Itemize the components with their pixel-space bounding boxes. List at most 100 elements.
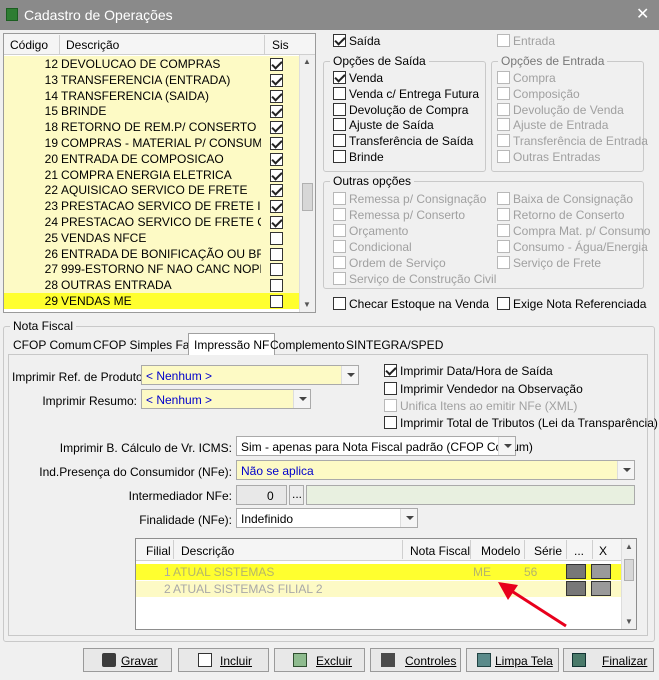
header-code[interactable]: Código bbox=[10, 38, 48, 52]
finalidade-label: Finalidade (NFe): bbox=[139, 513, 232, 527]
sis-checkbox[interactable] bbox=[270, 137, 283, 150]
tab-complemento[interactable]: Complemento bbox=[270, 335, 345, 355]
list-item[interactable]: 19 COMPRAS - MATERIAL P/ CONSUMO bbox=[4, 135, 299, 151]
operations-list[interactable]: Código Descrição Sis 12 DEVOLUCAO DE COMP… bbox=[3, 33, 316, 313]
chevron-down-icon[interactable] bbox=[617, 461, 634, 479]
delete-icon[interactable] bbox=[591, 564, 611, 579]
scroll-up-icon[interactable]: ▲ bbox=[303, 57, 311, 66]
op-code: 26 bbox=[44, 246, 58, 261]
list-item[interactable]: 20 ENTRADA DE COMPOSICAO bbox=[4, 150, 299, 167]
list-item[interactable]: 22 AQUISICAO SERVICO DE FRETE bbox=[4, 182, 299, 199]
tab-cfop-comum[interactable]: CFOP Comum bbox=[13, 335, 91, 355]
scroll-thumb[interactable] bbox=[302, 183, 313, 211]
nota-fiscal-title: Nota Fiscal bbox=[10, 319, 77, 333]
tab-cfop-simples[interactable]: CFOP Simples Fat. bbox=[93, 335, 196, 355]
op-code: 27 bbox=[44, 262, 58, 277]
op-code: 28 bbox=[44, 278, 58, 293]
sis-checkbox[interactable] bbox=[270, 168, 283, 182]
imprimir-ref-combo[interactable]: < Nenhum > bbox=[141, 365, 359, 385]
scroll-up-icon[interactable]: ▲ bbox=[625, 542, 633, 551]
filial-grid-header: Filial Descrição Nota Fiscal Modelo Séri… bbox=[136, 539, 621, 561]
op-description: 999-ESTORNO NF NAO CANC NOPRAZO bbox=[61, 262, 261, 277]
incluir-button[interactable]: Incluir bbox=[178, 648, 269, 672]
scroll-down-icon[interactable]: ▼ bbox=[303, 300, 311, 309]
tab-sintegra-sped[interactable]: SINTEGRA/SPED bbox=[346, 335, 443, 355]
finalizar-button[interactable]: Finalizar bbox=[563, 648, 654, 672]
excluir-button[interactable]: Excluir bbox=[274, 648, 365, 672]
header-sis[interactable]: Sis bbox=[272, 38, 289, 52]
sis-checkbox[interactable] bbox=[270, 152, 283, 166]
sis-checkbox[interactable] bbox=[270, 295, 283, 308]
list-item[interactable]: 28 OUTRAS ENTRADA bbox=[4, 277, 299, 294]
op-description: ENTRADA DE COMPOSICAO bbox=[61, 151, 224, 166]
list-item[interactable]: 23 PRESTACAO SERVICO DE FRETE IND. bbox=[4, 198, 299, 215]
close-icon[interactable]: ✕ bbox=[636, 4, 649, 24]
intermediador-label: Intermediador NFe: bbox=[128, 489, 232, 503]
sis-checkbox[interactable] bbox=[270, 247, 283, 261]
sis-checkbox[interactable] bbox=[270, 105, 283, 119]
sis-checkbox[interactable] bbox=[270, 184, 283, 198]
chevron-down-icon[interactable] bbox=[400, 509, 417, 527]
list-item[interactable]: 24PRESTACAO SERVICO DE FRETE COM bbox=[4, 214, 299, 230]
scroll-thumb[interactable] bbox=[624, 559, 634, 581]
chevron-down-icon[interactable] bbox=[341, 366, 358, 384]
sis-checkbox[interactable] bbox=[270, 279, 283, 293]
sis-checkbox[interactable] bbox=[270, 216, 283, 229]
col-nota-fiscal[interactable]: Nota Fiscal bbox=[410, 544, 470, 558]
sis-checkbox[interactable] bbox=[270, 263, 283, 277]
col-edit[interactable]: ... bbox=[574, 544, 584, 558]
list-item[interactable]: 12 DEVOLUCAO DE COMPRAS bbox=[4, 56, 299, 72]
list-item[interactable]: 13 TRANSFERENCIA (ENTRADA) bbox=[4, 71, 299, 88]
col-modelo[interactable]: Modelo bbox=[481, 544, 520, 558]
presenca-combo[interactable]: Não se aplica bbox=[236, 460, 635, 480]
intermediador-name-field[interactable] bbox=[306, 485, 635, 505]
sis-checkbox[interactable] bbox=[270, 58, 283, 71]
op-description: RETORNO DE REM.P/ CONSERTO bbox=[61, 120, 257, 135]
col-serie[interactable]: Série bbox=[534, 544, 562, 558]
list-item[interactable]: 26ENTRADA DE BONIFICAÇÃO OU BRIND bbox=[4, 245, 299, 262]
list-item[interactable]: 21 COMPRA ENERGIA ELETRICA bbox=[4, 166, 299, 183]
trash-icon bbox=[293, 653, 307, 667]
list-item[interactable]: 29 VENDAS ME bbox=[4, 293, 299, 309]
list-item[interactable]: 25 VENDAS NFCE bbox=[4, 229, 299, 246]
op-code: 14 bbox=[44, 88, 58, 103]
op-code: 24 bbox=[44, 215, 58, 229]
imprimir-resumo-combo[interactable]: < Nenhum > bbox=[141, 389, 311, 409]
grid-scrollbar[interactable]: ▲ ▼ bbox=[621, 539, 636, 629]
col-delete[interactable]: X bbox=[599, 544, 607, 558]
op-code: 29 bbox=[44, 294, 58, 308]
calculo-icms-combo[interactable]: Sim - apenas para Nota Fiscal padrão (CF… bbox=[236, 436, 533, 456]
tab-impressao-nf[interactable]: Impressão NF bbox=[188, 333, 276, 355]
intermediador-search-button[interactable]: ... bbox=[289, 485, 304, 505]
finalidade-combo[interactable]: Indefinido bbox=[236, 508, 418, 528]
col-filial[interactable]: Filial bbox=[146, 544, 171, 558]
list-item[interactable]: 14 TRANSFERENCIA (SAIDA) bbox=[4, 87, 299, 104]
list-item[interactable]: 15 BRINDE bbox=[4, 103, 299, 120]
scroll-down-icon[interactable]: ▼ bbox=[625, 617, 633, 626]
sis-checkbox[interactable] bbox=[270, 200, 283, 214]
op-code: 15 bbox=[44, 104, 58, 119]
chevron-down-icon[interactable] bbox=[293, 390, 310, 408]
list-scrollbar[interactable]: ▲ ▼ bbox=[299, 55, 315, 312]
op-description: PRESTACAO SERVICO DE FRETE IND. bbox=[61, 199, 261, 214]
sis-checkbox[interactable] bbox=[270, 73, 283, 87]
op-description: DEVOLUCAO DE COMPRAS bbox=[61, 57, 221, 71]
header-description[interactable]: Descrição bbox=[66, 38, 119, 52]
controles-button[interactable]: Controles bbox=[370, 648, 461, 672]
outras-opcoes-title: Outras opções bbox=[330, 174, 415, 188]
intermediador-code-field[interactable]: 0 bbox=[236, 485, 287, 505]
sis-checkbox[interactable] bbox=[270, 121, 283, 135]
list-item[interactable]: 18 RETORNO DE REM.P/ CONSERTO bbox=[4, 119, 299, 136]
limpa-tela-button[interactable]: Limpa Tela bbox=[466, 648, 559, 672]
delete-icon[interactable] bbox=[591, 581, 611, 596]
col-descricao[interactable]: Descrição bbox=[181, 544, 234, 558]
list-item[interactable]: 27999-ESTORNO NF NAO CANC NOPRAZO bbox=[4, 261, 299, 278]
sis-checkbox[interactable] bbox=[270, 89, 283, 103]
op-description: VENDAS NFCE bbox=[61, 230, 147, 245]
title-bar: Cadastro de Operações ✕ bbox=[0, 0, 659, 30]
gravar-button[interactable]: Gravar bbox=[83, 648, 172, 672]
op-description: BRINDE bbox=[61, 104, 107, 119]
op-description: AQUISICAO SERVICO DE FRETE bbox=[61, 183, 248, 198]
sis-checkbox[interactable] bbox=[270, 231, 283, 245]
chevron-down-icon[interactable] bbox=[498, 437, 515, 455]
